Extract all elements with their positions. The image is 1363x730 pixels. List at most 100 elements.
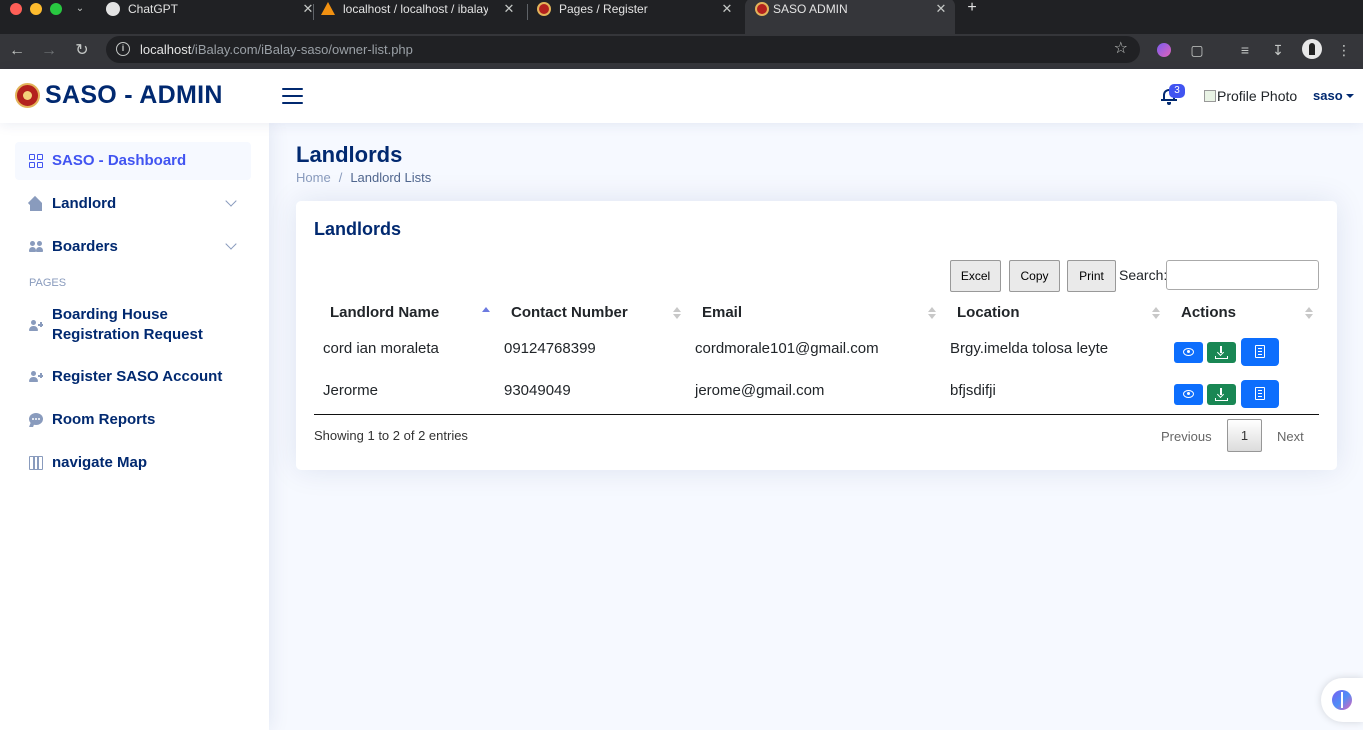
brain-icon — [1332, 690, 1352, 710]
document-icon — [1255, 387, 1265, 400]
pagination-page-1[interactable]: 1 — [1227, 419, 1262, 452]
window-maximize-button[interactable] — [50, 3, 62, 15]
bell-rim — [1161, 99, 1177, 101]
browser-tab-bar: ⌄ ChatGPT ✕ localhost / localhost / ibal… — [0, 0, 1363, 34]
sort-icon[interactable] — [1305, 307, 1313, 319]
tab-saso-admin[interactable]: SASO ADMIN ✕ — [745, 0, 955, 34]
reload-icon[interactable]: ↻ — [70, 39, 94, 63]
bell-clapper — [1167, 102, 1171, 105]
notification-badge[interactable]: 3 — [1169, 84, 1185, 98]
extensions-puzzle-icon[interactable]: ▢ — [1186, 39, 1208, 61]
grid-icon — [29, 154, 43, 168]
pagination-previous[interactable]: Previous — [1161, 429, 1212, 444]
sort-ascending-icon[interactable] — [482, 307, 490, 319]
sidebar-item-boarding-house-registration[interactable]: Boarding House Registration Request — [15, 299, 251, 353]
sidebar-item-label: navigate Map — [52, 454, 148, 471]
sidebar-item-register-saso-account[interactable]: Register SASO Account — [15, 358, 251, 396]
person-add-icon — [29, 319, 43, 333]
brand-title[interactable]: SASO - ADMIN — [45, 81, 223, 110]
sidebar-item-label: Boarding House Registration Request — [52, 305, 203, 345]
breadcrumb-separator: / — [338, 170, 343, 185]
url-text[interactable]: localhost/iBalay.com/iBalay-saso/owner-l… — [140, 42, 413, 57]
pagination-next[interactable]: Next — [1277, 429, 1304, 444]
back-arrow-icon[interactable]: ← — [5, 39, 29, 63]
burger-line — [282, 102, 303, 104]
forward-arrow-icon[interactable]: → — [37, 39, 61, 63]
sort-icon[interactable] — [673, 307, 681, 319]
sidebar-item-dashboard[interactable]: SASO - Dashboard — [15, 142, 251, 180]
breadcrumb-home-link[interactable]: Home — [296, 170, 331, 185]
label-line-1: Boarding House — [52, 306, 168, 323]
address-bar[interactable]: i localhost/iBalay.com/iBalay-saso/owner… — [106, 36, 1140, 63]
document-button[interactable] — [1241, 380, 1279, 408]
tab-separator — [527, 4, 528, 20]
tab-title: Pages / Register — [559, 2, 648, 16]
view-button[interactable] — [1174, 384, 1203, 405]
app-header: SASO - ADMIN 3 Profile Photo saso — [0, 69, 1363, 123]
landlords-card: Landlords Excel Copy Print Search: Landl… — [296, 201, 1337, 470]
tab-phpmyadmin[interactable]: localhost / localhost / ibalay ✕ — [321, 0, 517, 34]
tab-search-chevron-icon[interactable]: ⌄ — [72, 0, 88, 18]
tab-close-icon[interactable]: ✕ — [501, 0, 517, 18]
cell-landlord-name: cord ian moraleta — [323, 340, 439, 357]
eye-icon — [1183, 390, 1194, 398]
sidebar-item-landlord[interactable]: Landlord — [15, 185, 251, 223]
window-minimize-button[interactable] — [30, 3, 42, 15]
profile-photo-alt: Profile Photo — [1217, 88, 1298, 104]
download-button[interactable] — [1207, 342, 1236, 363]
document-button[interactable] — [1241, 338, 1279, 366]
sort-icon[interactable] — [928, 307, 936, 319]
window-close-button[interactable] — [10, 3, 22, 15]
tab-title: SASO ADMIN — [773, 2, 848, 16]
sidebar-item-label: Landlord — [52, 195, 117, 212]
download-button[interactable] — [1207, 384, 1236, 405]
breadcrumb: Home / Landlord Lists — [296, 170, 431, 185]
excel-export-button[interactable]: Excel — [950, 260, 1001, 292]
extension-brain-icon[interactable] — [1153, 39, 1175, 61]
column-header-email[interactable]: Email — [702, 302, 742, 324]
column-header-landlord-name[interactable]: Landlord Name — [330, 302, 439, 324]
url-path: /iBalay.com/iBalay-saso/owner-list.php — [191, 42, 413, 57]
view-button[interactable] — [1174, 342, 1203, 363]
column-header-contact-number[interactable]: Contact Number — [511, 302, 628, 324]
column-header-location[interactable]: Location — [957, 302, 1020, 324]
column-header-actions[interactable]: Actions — [1181, 302, 1236, 324]
assistant-widget-button[interactable] — [1321, 678, 1363, 722]
print-button[interactable]: Print — [1067, 260, 1116, 292]
caret-down-icon — [1345, 94, 1354, 98]
tab-close-icon[interactable]: ✕ — [719, 0, 735, 18]
browser-profile-avatar[interactable] — [1302, 39, 1322, 59]
profile-photo[interactable]: Profile Photo — [1204, 88, 1297, 104]
search-input[interactable] — [1166, 260, 1319, 290]
tab-separator — [313, 4, 314, 20]
sidebar-item-label: SASO - Dashboard — [52, 152, 187, 169]
saso-seal-icon — [537, 2, 551, 16]
sidebar-item-navigate-map[interactable]: navigate Map — [15, 444, 251, 482]
downloads-icon[interactable]: ↧ — [1267, 39, 1289, 61]
cell-contact-number: 93049049 — [504, 382, 571, 399]
tab-title: ChatGPT — [128, 2, 179, 16]
chat-icon — [29, 413, 43, 427]
site-info-icon[interactable]: i — [116, 42, 130, 56]
tab-register[interactable]: Pages / Register ✕ — [537, 0, 735, 34]
browser-menu-icon[interactable]: ⋮ — [1333, 39, 1355, 61]
tab-chatgpt[interactable]: ChatGPT ✕ — [106, 0, 316, 34]
cell-location: Brgy.imelda tolosa leyte — [950, 340, 1109, 357]
sidebar-item-room-reports[interactable]: Room Reports — [15, 401, 251, 439]
saso-logo — [15, 83, 40, 108]
sidebar-toggle-icon[interactable] — [282, 86, 304, 106]
profile-name: saso — [1313, 88, 1343, 103]
media-controls-icon[interactable]: ≡ — [1234, 39, 1256, 61]
sort-icon[interactable] — [1152, 307, 1160, 319]
saso-seal-icon — [755, 2, 769, 16]
sidebar-item-boarders[interactable]: Boarders — [15, 228, 251, 266]
tab-close-icon[interactable]: ✕ — [933, 0, 949, 18]
house-icon — [27, 195, 43, 211]
new-tab-button[interactable]: + — [962, 0, 982, 18]
copy-button[interactable]: Copy — [1009, 260, 1060, 292]
profile-dropdown[interactable]: saso — [1313, 88, 1354, 104]
cell-location: bfjsdifji — [950, 382, 996, 399]
chatgpt-icon — [106, 2, 120, 16]
bookmark-star-icon[interactable]: ☆ — [1114, 40, 1128, 58]
cell-email: cordmorale101@gmail.com — [695, 340, 879, 357]
